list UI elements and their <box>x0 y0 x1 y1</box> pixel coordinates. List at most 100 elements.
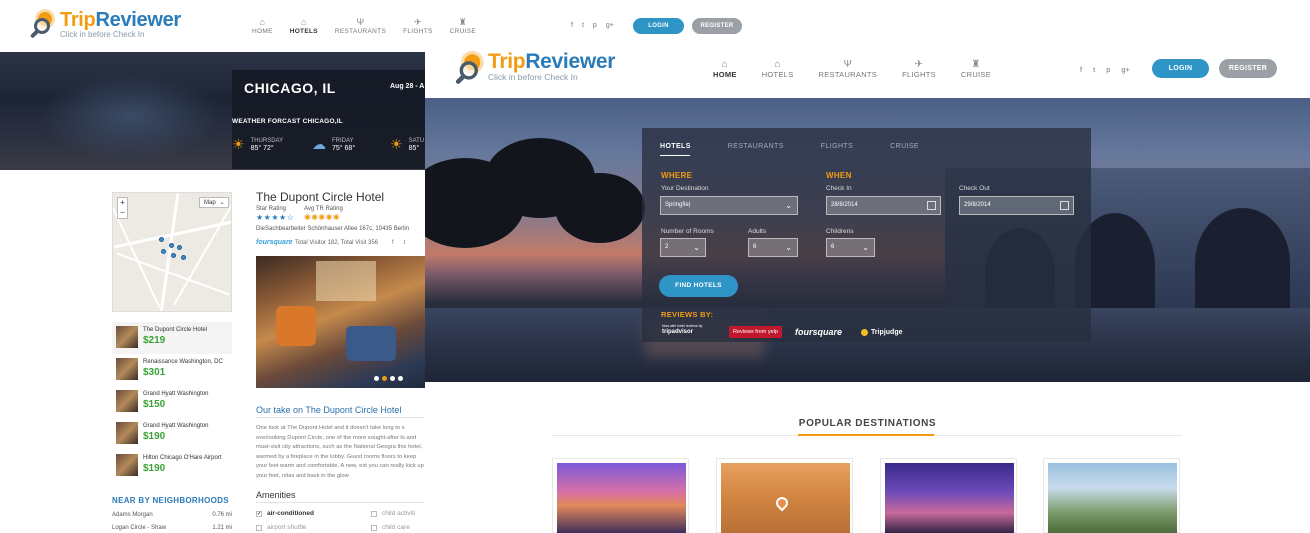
map-pin-icon[interactable] <box>159 237 164 242</box>
destination-label: Your Destination <box>661 185 709 192</box>
main-nav: ⌂ HOME ⌂ HOTELS Ψ RESTAURANTS ✈ FLIGHTS ♜ CRUISE <box>252 17 476 35</box>
weather-title: WEATHER FORCAST CHICAGO,IL <box>232 118 343 125</box>
map-pin-icon[interactable] <box>169 243 174 248</box>
magnifier-sun-logo-icon <box>454 52 487 87</box>
checkbox-icon[interactable] <box>256 524 262 531</box>
destination-card[interactable] <box>716 458 853 533</box>
rooms-select[interactable]: 2 ⌄ <box>660 238 706 257</box>
hotel-list-item[interactable]: Hilton Chicago O'Hare Airport $190 <box>112 450 232 482</box>
calendar-icon[interactable] <box>1060 201 1069 210</box>
pinterest-icon[interactable]: p <box>593 22 597 29</box>
nav-item-hotels[interactable]: ⌂ HOTELS <box>762 59 794 79</box>
nav-item-restaurants[interactable]: Ψ RESTAURANTS <box>819 59 878 79</box>
checkout-label: Check Out <box>959 185 990 192</box>
checkbox-icon[interactable] <box>371 510 377 517</box>
hotel-map[interactable]: + − Map ⌄ <box>112 192 232 312</box>
chevron-down-icon: ⌄ <box>693 243 700 252</box>
nav-item-home[interactable]: ⌂ HOME <box>713 59 737 79</box>
amenity-item[interactable]: airport shuttle <box>256 524 306 531</box>
city-name: CHICAGO, IL <box>244 80 336 96</box>
plane-icon: ✈ <box>914 59 924 70</box>
magnifier-sun-logo-icon <box>29 10 58 40</box>
map-pin-icon[interactable] <box>161 249 166 254</box>
logo[interactable]: TripReviewer Click in before Check In <box>29 10 181 40</box>
logo[interactable]: TripReviewer Click in before Check In <box>454 50 615 85</box>
google-plus-icon[interactable]: g+ <box>1121 65 1130 74</box>
nav-item-cruise[interactable]: ♜ CRUISE <box>450 17 476 35</box>
zoom-in-button[interactable]: + <box>118 198 127 208</box>
tripjudge-logo[interactable]: Tripjudge <box>861 326 903 338</box>
main-nav: ⌂ HOME ⌂ HOTELS Ψ RESTAURANTS ✈ FLIGHTS ♜ CRUISE <box>713 59 991 79</box>
destination-card[interactable] <box>552 458 689 533</box>
nav-item-home[interactable]: ⌂ HOME <box>252 17 273 35</box>
hotel-title: The Dupont Circle Hotel <box>256 190 385 204</box>
login-button[interactable]: LOGIN <box>1152 59 1209 78</box>
neighborhood-row[interactable]: Adams Morgan 0.76 mi <box>112 512 232 518</box>
checkin-date-input[interactable]: 28/8/2014 <box>826 196 941 215</box>
map-pin-icon[interactable] <box>177 245 182 250</box>
weather-temp: 75° 68° <box>332 144 356 152</box>
carousel-dot[interactable] <box>382 376 387 381</box>
tripadvisor-logo[interactable]: Now with hotel reviews by tripadvisor <box>662 324 702 338</box>
facebook-icon[interactable]: f <box>392 240 394 246</box>
map-type-label: Map <box>204 200 216 206</box>
google-plus-icon[interactable]: g+ <box>606 22 614 29</box>
map-type-select[interactable]: Map ⌄ <box>199 197 229 208</box>
nav-item-flights[interactable]: ✈ FLIGHTS <box>902 59 936 79</box>
calendar-icon[interactable] <box>927 201 936 210</box>
destination-card[interactable] <box>1043 458 1180 533</box>
cloud-icon: ☁ <box>312 136 326 152</box>
facebook-icon[interactable]: f <box>571 22 573 29</box>
twitter-icon[interactable]: t <box>1093 65 1095 74</box>
weather-day: ☀ SATU 85° <box>390 136 424 153</box>
carousel-dots[interactable] <box>374 376 403 381</box>
hotel-name: The Dupont Circle Hotel <box>143 327 208 333</box>
checkbox-icon[interactable] <box>371 524 377 531</box>
nav-item-restaurants[interactable]: Ψ RESTAURANTS <box>335 17 386 35</box>
destination-select[interactable]: Springfie| ⌄ <box>660 196 798 215</box>
hotel-list-item[interactable]: Renaissance Washington, DC $301 <box>112 354 232 386</box>
neighborhood-distance: 0.76 mi <box>212 512 232 518</box>
amenity-item[interactable]: ✓ air-conditioned <box>256 510 314 517</box>
hotel-list-item[interactable]: Grand Hyatt Washington $150 <box>112 386 232 418</box>
carousel-dot[interactable] <box>374 376 379 381</box>
register-button[interactable]: REGISTER <box>1219 59 1277 78</box>
yelp-logo[interactable]: Reviews from yelp <box>729 326 782 338</box>
carousel-dot[interactable] <box>390 376 395 381</box>
checkbox-checked-icon[interactable]: ✓ <box>256 510 262 517</box>
find-hotels-button[interactable]: FIND HOTELS <box>659 275 738 297</box>
hotel-name: Renaissance Washington, DC <box>143 359 223 365</box>
login-button[interactable]: LOGIN <box>633 18 684 34</box>
nav-item-cruise[interactable]: ♜ CRUISE <box>961 59 991 79</box>
twitter-icon[interactable]: t <box>582 22 584 29</box>
adults-select[interactable]: 6 ⌄ <box>748 238 798 257</box>
map-pin-icon[interactable] <box>171 253 176 258</box>
twitter-icon[interactable]: t <box>404 240 406 246</box>
tab-cruise[interactable]: CRUISE <box>890 143 919 150</box>
register-button[interactable]: REGISTER <box>692 18 742 34</box>
checkin-label: Check In <box>826 185 852 192</box>
pinterest-icon[interactable]: p <box>1106 65 1110 74</box>
title-underline <box>798 434 934 436</box>
children-select[interactable]: 6 ⌄ <box>826 238 875 257</box>
carousel-dot[interactable] <box>398 376 403 381</box>
checkout-date-input[interactable]: 29/8/2014 <box>959 196 1074 215</box>
hotel-list-item[interactable]: Grand Hyatt Washington $190 <box>112 418 232 450</box>
hotel-list-item[interactable]: The Dupont Circle Hotel $219 <box>112 322 232 354</box>
zoom-out-button[interactable]: − <box>118 208 127 218</box>
tab-hotels[interactable]: HOTELS <box>660 143 691 150</box>
nav-item-flights[interactable]: ✈ FLIGHTS <box>403 17 433 35</box>
map-pin-icon[interactable] <box>181 255 186 260</box>
facebook-icon[interactable]: f <box>1080 65 1082 74</box>
logo-name-main: Trip <box>488 50 526 73</box>
neighborhood-row[interactable]: Logan Circle - Shaw 1.21 mi <box>112 525 232 531</box>
destination-card[interactable] <box>880 458 1017 533</box>
amenity-item[interactable]: child care <box>371 524 410 531</box>
nav-item-hotels[interactable]: ⌂ HOTELS <box>290 17 318 35</box>
checkout-value: 29/8/2014 <box>964 202 991 208</box>
tab-flights[interactable]: FLIGHTS <box>821 143 853 150</box>
tab-restaurants[interactable]: RESTAURANTS <box>728 143 784 150</box>
hotel-photo-carousel[interactable] <box>256 256 426 388</box>
amenity-item[interactable]: child activiti <box>371 510 415 517</box>
foursquare-logo[interactable]: foursquare <box>795 326 842 338</box>
